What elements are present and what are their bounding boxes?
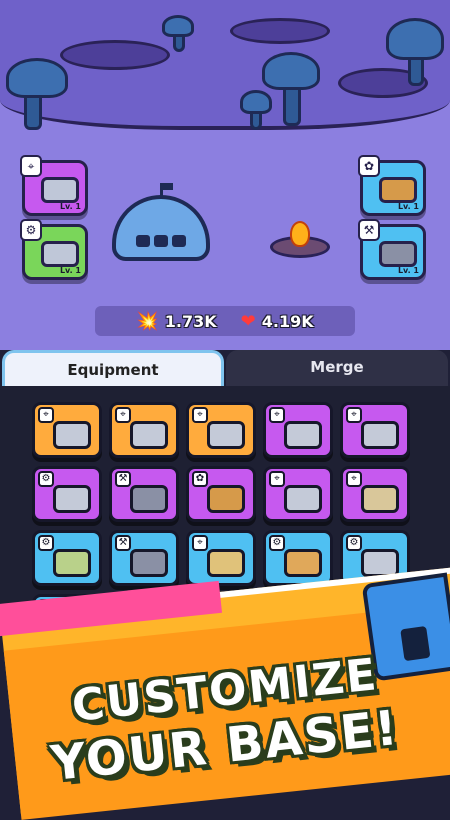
gold-bag-icon <box>207 485 245 513</box>
ore-cart-icon <box>130 485 168 513</box>
target-icon: ⌖ <box>20 155 42 177</box>
gear-icon: ⚙ <box>20 219 42 241</box>
equipment-item[interactable]: ⌖ <box>263 466 333 522</box>
equipment-item[interactable]: ⌖ <box>109 402 179 458</box>
equipment-item[interactable]: ⌖ <box>32 402 102 458</box>
gear-icon: ⚙ <box>38 535 54 551</box>
base-slot-gear-1[interactable]: ✿ Lv. 1 <box>358 155 426 216</box>
target-icon: ⌖ <box>38 407 54 423</box>
fish-icon: ✿ <box>192 471 208 487</box>
turret-walker-icon <box>207 421 245 449</box>
target-icon: ⌖ <box>269 471 285 487</box>
level-label: Lv. 1 <box>59 202 81 211</box>
pickaxe-icon: ⚒ <box>115 471 131 487</box>
equipment-item[interactable]: ⌖ <box>186 530 256 586</box>
level-label: Lv. 1 <box>397 266 419 275</box>
gear-icon: ⚙ <box>346 535 362 551</box>
equipment-item[interactable]: ⌖ <box>186 402 256 458</box>
heart-icon: ❤ <box>240 310 256 332</box>
base-slot-weapon-1[interactable]: ⌖ Lv. 1 <box>20 155 88 216</box>
target-icon: ⌖ <box>115 407 131 423</box>
health-stat: ❤ 4.19K <box>241 311 314 332</box>
ore-cart-icon <box>379 241 417 267</box>
mortar-icon <box>361 485 399 513</box>
base-scene: ⌖ Lv. 1 ⚙ Lv. 1 ✿ Lv. 1 ⚒ Lv. 1 💥 1.73K … <box>0 0 450 350</box>
moon-surface <box>0 0 450 130</box>
equipment-item[interactable]: ⌖ <box>263 402 333 458</box>
health-value: 4.19K <box>261 311 314 331</box>
gear-icon: ⚙ <box>38 471 54 487</box>
level-label: Lv. 1 <box>397 202 419 211</box>
gatling-gun-icon <box>284 485 322 513</box>
blaster-turret-icon <box>207 549 245 577</box>
attack-value: 1.73K <box>164 311 217 331</box>
target-icon: ⌖ <box>192 535 208 551</box>
pickaxe-icon: ⚒ <box>115 535 131 551</box>
tab-equipment[interactable]: Equipment <box>2 350 224 386</box>
equipment-item[interactable]: ⌖ <box>340 402 410 458</box>
explosion-icon: 💥 <box>136 310 159 332</box>
target-icon: ⌖ <box>346 471 362 487</box>
ore-cart-icon <box>130 549 168 577</box>
stats-bar: 💥 1.73K ❤ 4.19K <box>95 306 355 336</box>
base-slot-weapon-2[interactable]: ⚙ Lv. 1 <box>20 219 88 280</box>
target-icon: ⌖ <box>192 407 208 423</box>
ray-gun-icon <box>284 549 322 577</box>
equipment-item[interactable]: ⚒ <box>109 466 179 522</box>
turret-walker-icon <box>53 549 91 577</box>
fish-icon: ✿ <box>358 155 380 177</box>
cannon-icon <box>130 421 168 449</box>
saw-blade-icon <box>41 241 79 267</box>
target-icon: ⌖ <box>269 407 285 423</box>
pickaxe-icon: ⚒ <box>358 219 380 241</box>
gatling-gun-icon <box>361 421 399 449</box>
equipment-item[interactable]: ⚙ <box>263 530 333 586</box>
equipment-item[interactable]: ✿ <box>186 466 256 522</box>
gatling-gun-icon <box>41 177 79 203</box>
crater <box>60 40 170 70</box>
base-slot-gear-2[interactable]: ⚒ Lv. 1 <box>358 219 426 280</box>
gatling-gun-icon <box>53 421 91 449</box>
gatling-gun-icon <box>284 421 322 449</box>
fire-icon <box>290 221 310 247</box>
claw-arm-icon <box>53 485 91 513</box>
crater <box>230 18 330 44</box>
gem-bag-icon <box>379 177 417 203</box>
attack-stat: 💥 1.73K <box>136 311 216 332</box>
tab-bar: Equipment Merge <box>0 350 450 386</box>
equipment-item[interactable]: ⚙ <box>32 466 102 522</box>
gear-icon: ⚙ <box>269 535 285 551</box>
level-label: Lv. 1 <box>59 266 81 275</box>
tab-merge[interactable]: Merge <box>226 350 448 386</box>
equipment-item[interactable]: ⚙ <box>32 530 102 586</box>
target-icon: ⌖ <box>346 407 362 423</box>
equipment-item[interactable]: ⚒ <box>109 530 179 586</box>
dome-base[interactable] <box>112 195 210 261</box>
equipment-item[interactable]: ⌖ <box>340 466 410 522</box>
